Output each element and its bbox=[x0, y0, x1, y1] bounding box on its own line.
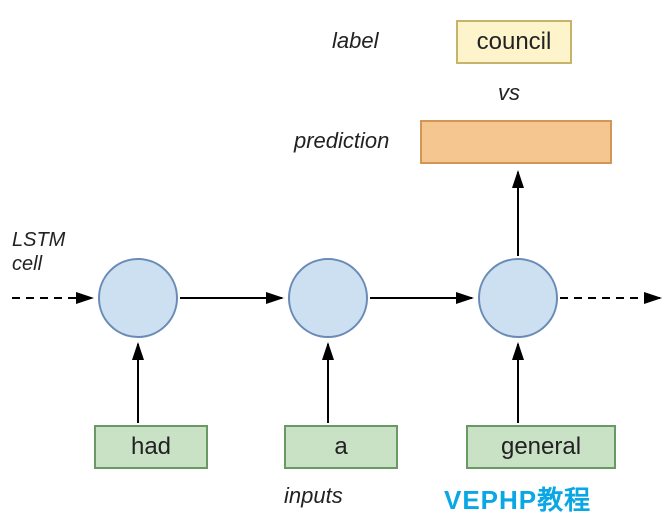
input-box-3: general bbox=[466, 425, 616, 469]
lstm-cell-1 bbox=[98, 258, 178, 338]
lstm-cell-3 bbox=[478, 258, 558, 338]
prediction-box bbox=[420, 120, 612, 164]
watermark: VEPHP教程 bbox=[444, 480, 591, 517]
label-box-text: council bbox=[477, 28, 552, 56]
label-box: council bbox=[456, 20, 572, 64]
input-box-2: a bbox=[284, 425, 398, 469]
lstm-cell-2 bbox=[288, 258, 368, 338]
input-3-text: general bbox=[501, 433, 581, 461]
lstm-cell-annotation: LSTM cell bbox=[12, 228, 65, 276]
prediction-annotation: prediction bbox=[294, 128, 389, 154]
vs-annotation: vs bbox=[498, 80, 520, 106]
input-1-text: had bbox=[131, 433, 171, 461]
inputs-annotation: inputs bbox=[284, 483, 343, 509]
lstm-line2: cell bbox=[12, 253, 42, 275]
lstm-line1: LSTM bbox=[12, 229, 65, 251]
input-box-1: had bbox=[94, 425, 208, 469]
input-2-text: a bbox=[334, 433, 347, 461]
label-annotation: label bbox=[332, 28, 378, 54]
